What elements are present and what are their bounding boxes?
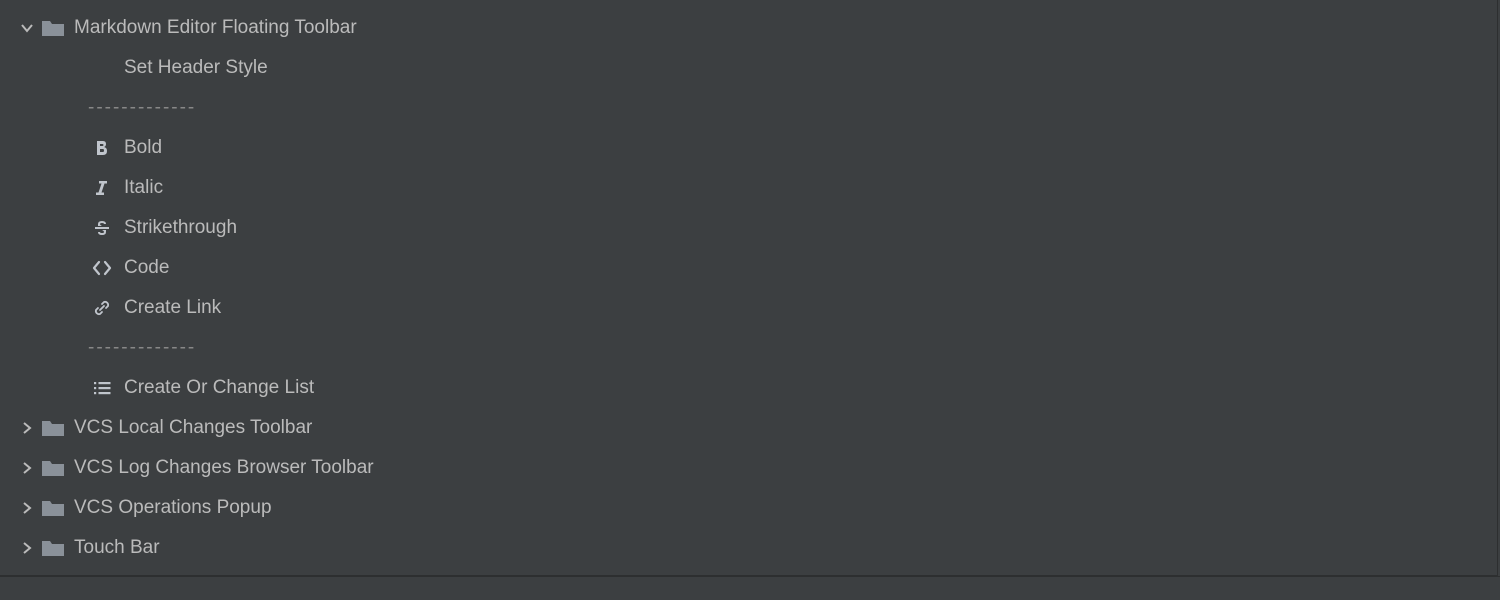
action-strikethrough[interactable]: Strikethrough — [72, 208, 1497, 248]
action-create-or-change-list[interactable]: Create Or Change List — [72, 368, 1497, 408]
tree-folder-vcs-operations-popup[interactable]: VCS Operations Popup — [0, 488, 1497, 528]
blank-icon — [88, 56, 116, 80]
link-icon — [88, 296, 116, 320]
strikethrough-icon — [88, 216, 116, 240]
separator-text: ------------- — [88, 337, 196, 359]
code-icon — [88, 256, 116, 280]
action-label: Bold — [124, 137, 162, 159]
action-label: Code — [124, 257, 169, 279]
tree-folder-vcs-local-changes-toolbar[interactable]: VCS Local Changes Toolbar — [0, 408, 1497, 448]
action-italic[interactable]: Italic — [72, 168, 1497, 208]
bold-icon — [88, 136, 116, 160]
action-code[interactable]: Code — [72, 248, 1497, 288]
folder-children: Set Header Style ------------- Bold Ital… — [0, 48, 1497, 408]
tree-panel: Markdown Editor Floating Toolbar Set Hea… — [0, 0, 1498, 576]
action-bold[interactable]: Bold — [72, 128, 1497, 168]
tree-folder-label: Touch Bar — [74, 537, 160, 559]
action-create-link[interactable]: Create Link — [72, 288, 1497, 328]
italic-icon — [88, 176, 116, 200]
tree-folder-label: VCS Local Changes Toolbar — [74, 417, 312, 439]
chevron-right-icon[interactable] — [18, 459, 36, 477]
action-label: Strikethrough — [124, 217, 237, 239]
tree-folder-label: VCS Operations Popup — [74, 497, 272, 519]
action-label: Italic — [124, 177, 163, 199]
action-label: Create Or Change List — [124, 377, 314, 399]
folder-icon — [40, 17, 66, 39]
folder-icon — [40, 537, 66, 559]
action-label: Set Header Style — [124, 57, 268, 79]
tree-folder-touch-bar[interactable]: Touch Bar — [0, 528, 1497, 568]
chevron-right-icon[interactable] — [18, 419, 36, 437]
folder-icon — [40, 417, 66, 439]
chevron-down-icon[interactable] — [18, 19, 36, 37]
separator-text: ------------- — [88, 97, 196, 119]
separator: ------------- — [72, 88, 1497, 128]
action-set-header-style[interactable]: Set Header Style — [72, 48, 1497, 88]
tree-folder-markdown-editor-floating-toolbar[interactable]: Markdown Editor Floating Toolbar — [0, 8, 1497, 48]
action-label: Create Link — [124, 297, 221, 319]
folder-icon — [40, 457, 66, 479]
tree-folder-label: Markdown Editor Floating Toolbar — [74, 17, 357, 39]
tree-folder-label: VCS Log Changes Browser Toolbar — [74, 457, 374, 479]
separator: ------------- — [72, 328, 1497, 368]
bottom-strip — [0, 576, 1500, 600]
tree-folder-vcs-log-changes-browser-toolbar[interactable]: VCS Log Changes Browser Toolbar — [0, 448, 1497, 488]
folder-icon — [40, 497, 66, 519]
list-icon — [88, 376, 116, 400]
chevron-right-icon[interactable] — [18, 539, 36, 557]
chevron-right-icon[interactable] — [18, 499, 36, 517]
